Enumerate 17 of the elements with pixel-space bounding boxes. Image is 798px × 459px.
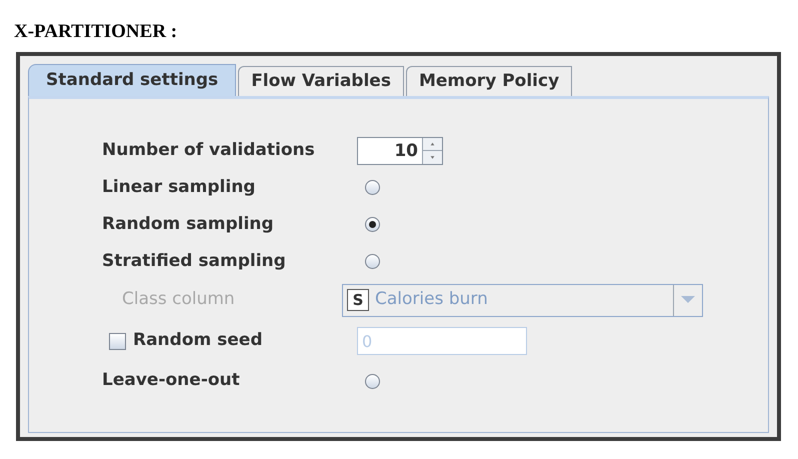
option-label: Leave-one-out [102,369,240,392]
radio-button[interactable] [365,374,380,388]
field-label: Number of validations [102,138,315,162]
checkbox-label: Random seed [133,329,262,352]
number-spinner[interactable]: 10 [357,136,443,164]
field-label: Class column [122,288,235,312]
tab[interactable]: Standard settings [28,64,236,96]
string-type-icon: S [347,289,369,311]
option-label: Stratified sampling [102,250,286,273]
option-label: Linear sampling [102,176,256,199]
option-label: Random sampling [102,212,274,236]
tab[interactable]: Memory Policy [406,66,572,96]
radio-button[interactable] [365,254,380,269]
tab[interactable]: Flow Variables [238,66,404,96]
node-title: X-PARTITIONER : [14,20,178,44]
radio-button[interactable] [365,217,380,232]
radio-button[interactable] [365,180,380,195]
